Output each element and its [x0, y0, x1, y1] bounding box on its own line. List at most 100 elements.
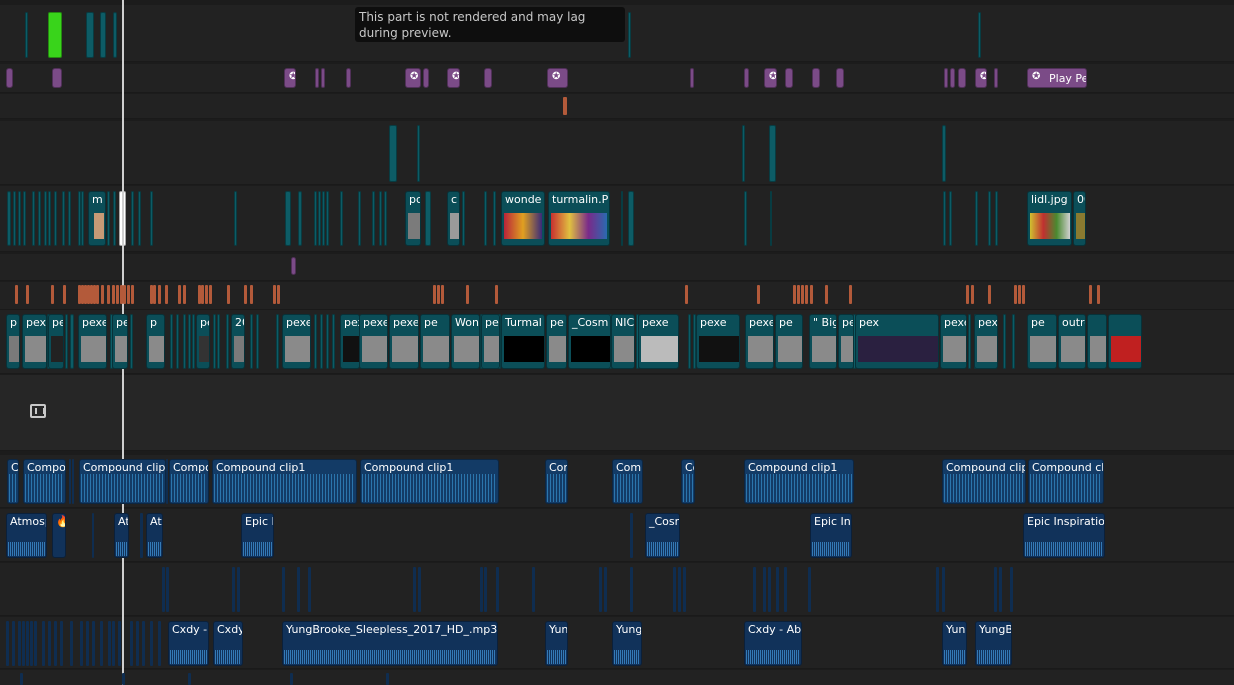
sticker-clip[interactable]: ✪ [975, 68, 987, 88]
audio-clip[interactable] [308, 567, 311, 612]
effect-clip[interactable] [1097, 285, 1100, 304]
audio-clip[interactable] [188, 673, 191, 685]
audio-clip[interactable]: Cxdy - Abc [744, 621, 802, 666]
video-clip[interactable]: pe [48, 314, 64, 369]
audio-clip[interactable] [994, 567, 997, 612]
video-clip[interactable]: pexe [389, 314, 419, 369]
video-clip[interactable] [628, 191, 634, 246]
compound-clip[interactable]: Comp [612, 459, 643, 504]
compound-clip[interactable]: Compo [169, 459, 209, 504]
audio-clip[interactable] [763, 567, 766, 612]
video-clip[interactable] [621, 191, 623, 246]
audio-clip[interactable] [118, 621, 121, 666]
sticker-clip[interactable] [958, 68, 966, 88]
audio-clip[interactable] [100, 621, 103, 666]
audio-clip[interactable] [158, 621, 161, 666]
video-clip[interactable] [340, 191, 343, 246]
video-clip[interactable] [226, 314, 229, 369]
video-clip[interactable] [1012, 314, 1015, 369]
compound-clip[interactable] [72, 459, 74, 504]
sticker-clip[interactable] [785, 68, 793, 88]
effect-clip[interactable] [127, 285, 130, 304]
effect-clip[interactable] [183, 285, 186, 304]
audio-clip[interactable] [112, 621, 115, 666]
effect-clip[interactable] [112, 285, 115, 304]
video-clip[interactable] [1087, 314, 1107, 369]
video-clip[interactable] [54, 191, 57, 246]
video-clip[interactable]: pex [838, 314, 854, 369]
effect-clip[interactable] [495, 285, 498, 304]
video-clip[interactable] [86, 12, 94, 58]
effect-clip[interactable] [1022, 285, 1025, 304]
video-clip[interactable] [23, 191, 26, 246]
effect-clip[interactable] [250, 285, 253, 304]
video-clip[interactable] [358, 191, 361, 246]
video-clip[interactable] [113, 191, 116, 246]
video-clip[interactable] [1003, 314, 1006, 369]
sticker-clip[interactable] [744, 68, 749, 88]
image-clip[interactable]: lidl.jpg [1027, 191, 1072, 246]
effect-clip[interactable] [15, 285, 18, 304]
video-clip[interactable]: pexe [696, 314, 740, 369]
audio-clip[interactable] [140, 513, 143, 558]
video-clip[interactable] [298, 191, 302, 246]
audio-clip[interactable] [386, 673, 389, 685]
sticker-clip[interactable] [690, 68, 694, 88]
video-clip[interactable] [742, 125, 745, 182]
effect-clip[interactable] [201, 285, 204, 304]
video-clip[interactable]: pexe [940, 314, 967, 369]
sticker-clip[interactable] [291, 257, 296, 275]
video-clip[interactable] [81, 191, 84, 246]
video-clip[interactable] [322, 191, 325, 246]
effect-clip[interactable] [563, 97, 567, 115]
sticker-clip[interactable] [812, 68, 820, 88]
audio-clip[interactable] [418, 567, 421, 612]
audio-clip[interactable]: Cxdy [213, 621, 243, 666]
audio-clip[interactable] [232, 567, 235, 612]
effect-clip[interactable] [273, 285, 276, 304]
video-clip[interactable] [462, 191, 465, 246]
audio-clip[interactable] [6, 621, 9, 666]
video-clip[interactable] [192, 314, 195, 369]
audio-clip[interactable]: At [146, 513, 163, 558]
video-clip[interactable] [48, 191, 51, 246]
effect-clip[interactable] [63, 285, 66, 304]
audio-clip[interactable] [768, 567, 771, 612]
video-clip[interactable] [138, 191, 141, 246]
video-clip[interactable]: pexe [638, 314, 679, 369]
video-clip[interactable] [744, 191, 747, 246]
effect-clip[interactable] [209, 285, 212, 304]
video-clip[interactable] [943, 191, 946, 246]
effect-clip[interactable] [244, 285, 247, 304]
effect-clip[interactable] [441, 285, 444, 304]
video-clip[interactable] [995, 191, 998, 246]
video-clip[interactable]: pexe [78, 314, 107, 369]
video-clip[interactable]: Wonde [451, 314, 480, 369]
video-clip[interactable] [131, 191, 134, 246]
image-clip[interactable]: pc [405, 191, 421, 246]
compound-clip[interactable]: Compound clip [942, 459, 1026, 504]
video-clip[interactable] [379, 191, 382, 246]
audio-clip[interactable] [784, 567, 787, 612]
effect-clip[interactable] [277, 285, 280, 304]
video-clip[interactable] [25, 12, 28, 58]
audio-clip[interactable] [599, 567, 602, 612]
video-clip[interactable] [70, 314, 74, 369]
effect-clip[interactable] [1089, 285, 1092, 304]
effect-clip[interactable] [101, 285, 104, 304]
effect-clip[interactable] [165, 285, 168, 304]
audio-clip[interactable] [60, 621, 63, 666]
audio-clip[interactable] [108, 621, 111, 666]
audio-clip[interactable]: Yun [545, 621, 568, 666]
effect-clip[interactable] [825, 285, 828, 304]
audio-clip[interactable] [282, 567, 285, 612]
effect-clip[interactable] [123, 285, 126, 304]
audio-clip[interactable]: Yun [942, 621, 967, 666]
audio-clip[interactable] [496, 567, 499, 612]
video-clip[interactable] [44, 191, 47, 246]
video-clip[interactable] [314, 314, 317, 369]
audio-clip[interactable] [532, 567, 535, 612]
audio-clip[interactable] [630, 567, 633, 612]
effect-clip[interactable] [227, 285, 230, 304]
video-clip[interactable]: NICO E [611, 314, 635, 369]
